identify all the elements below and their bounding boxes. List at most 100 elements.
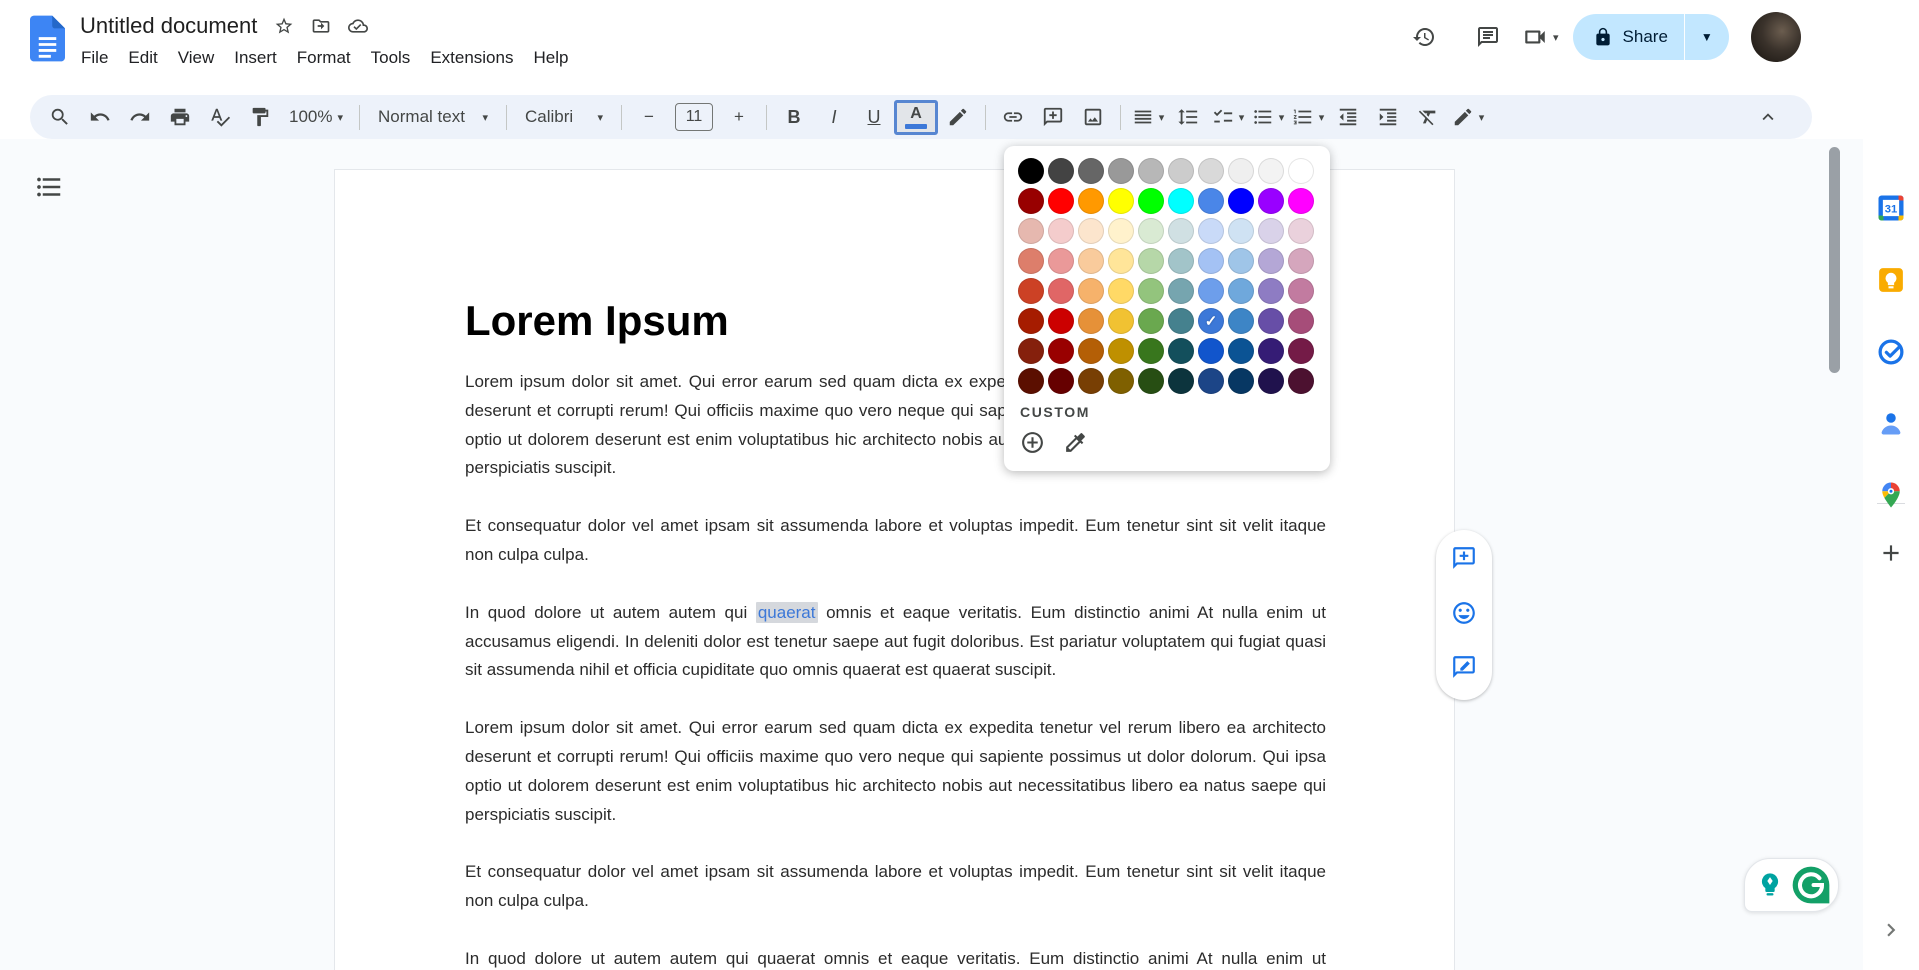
- color-swatch[interactable]: [1048, 158, 1074, 184]
- google-keep-shortcut[interactable]: [1874, 263, 1908, 297]
- line-spacing-button[interactable]: [1168, 99, 1208, 135]
- color-swatch[interactable]: [1198, 218, 1224, 244]
- color-swatch[interactable]: [1288, 248, 1314, 274]
- font-size-decrease-button[interactable]: −: [629, 99, 669, 135]
- document-title[interactable]: Untitled document: [80, 13, 257, 39]
- color-swatch[interactable]: [1048, 188, 1074, 214]
- open-comments-button[interactable]: [1466, 15, 1510, 59]
- bulleted-list-button[interactable]: ▾: [1248, 99, 1288, 135]
- star-icon[interactable]: [274, 16, 294, 36]
- insert-link-button[interactable]: [993, 99, 1033, 135]
- color-swatch[interactable]: [1078, 218, 1104, 244]
- font-size-value[interactable]: 11: [675, 103, 713, 131]
- show-outline-button[interactable]: [34, 172, 64, 202]
- color-swatch[interactable]: [1078, 368, 1104, 394]
- menu-view[interactable]: View: [168, 45, 225, 71]
- color-swatch[interactable]: [1048, 368, 1074, 394]
- eyedropper-button[interactable]: [1063, 430, 1088, 455]
- hide-menus-button[interactable]: [1748, 99, 1788, 135]
- zoom-select[interactable]: 100%▾: [280, 99, 352, 135]
- paragraph[interactable]: Lorem ipsum dolor sit amet. Qui error ea…: [465, 714, 1326, 829]
- account-avatar[interactable]: [1751, 12, 1801, 62]
- color-swatch[interactable]: [1258, 278, 1284, 304]
- color-swatch[interactable]: [1078, 308, 1104, 334]
- color-swatch[interactable]: [1258, 158, 1284, 184]
- color-swatch[interactable]: [1228, 248, 1254, 274]
- color-swatch[interactable]: [1228, 368, 1254, 394]
- font-select[interactable]: Calibri▾: [514, 99, 614, 135]
- share-button[interactable]: Share ▼: [1573, 14, 1729, 60]
- color-swatch[interactable]: [1108, 308, 1134, 334]
- color-swatch[interactable]: [1228, 278, 1254, 304]
- join-call-button[interactable]: ▾: [1522, 24, 1559, 50]
- color-swatch[interactable]: [1078, 188, 1104, 214]
- color-swatch[interactable]: [1138, 158, 1164, 184]
- styles-select[interactable]: Normal text▾: [367, 99, 499, 135]
- color-swatch[interactable]: [1108, 248, 1134, 274]
- print-button[interactable]: [160, 99, 200, 135]
- color-swatch[interactable]: [1168, 338, 1194, 364]
- color-swatch[interactable]: [1198, 338, 1224, 364]
- redo-button[interactable]: [120, 99, 160, 135]
- editing-mode-button[interactable]: ▾: [1448, 99, 1488, 135]
- color-swatch[interactable]: ✓: [1198, 308, 1224, 334]
- share-options-caret[interactable]: ▼: [1685, 30, 1729, 44]
- color-swatch[interactable]: [1138, 218, 1164, 244]
- color-swatch[interactable]: [1198, 368, 1224, 394]
- color-swatch[interactable]: [1288, 218, 1314, 244]
- color-swatch[interactable]: [1198, 188, 1224, 214]
- underline-button[interactable]: U: [854, 99, 894, 135]
- menu-file[interactable]: File: [71, 45, 118, 71]
- color-swatch[interactable]: [1018, 158, 1044, 184]
- checklist-button[interactable]: ▾: [1208, 99, 1248, 135]
- undo-button[interactable]: [80, 99, 120, 135]
- font-size-increase-button[interactable]: +: [719, 99, 759, 135]
- color-swatch[interactable]: [1258, 368, 1284, 394]
- vertical-scrollbar[interactable]: [1829, 147, 1840, 373]
- color-swatch[interactable]: [1048, 278, 1074, 304]
- align-button[interactable]: ▾: [1128, 99, 1168, 135]
- color-swatch[interactable]: [1288, 278, 1314, 304]
- google-maps-shortcut[interactable]: [1874, 478, 1908, 512]
- paragraph[interactable]: In quod dolore ut autem autem qui quaera…: [465, 945, 1326, 970]
- document-saved-cloud-icon[interactable]: [348, 16, 368, 36]
- color-swatch[interactable]: [1168, 248, 1194, 274]
- color-swatch[interactable]: [1018, 188, 1044, 214]
- color-swatch[interactable]: [1078, 248, 1104, 274]
- color-swatch[interactable]: [1138, 338, 1164, 364]
- color-swatch[interactable]: [1228, 188, 1254, 214]
- color-swatch[interactable]: [1048, 218, 1074, 244]
- color-swatch[interactable]: [1138, 278, 1164, 304]
- color-swatch[interactable]: [1018, 218, 1044, 244]
- paragraph[interactable]: Et consequatur dolor vel amet ipsam sit …: [465, 858, 1326, 916]
- color-swatch[interactable]: [1108, 278, 1134, 304]
- suggest-edits-fab[interactable]: [1451, 654, 1477, 685]
- color-swatch[interactable]: [1108, 218, 1134, 244]
- google-contacts-shortcut[interactable]: [1874, 406, 1908, 440]
- color-swatch[interactable]: [1258, 308, 1284, 334]
- numbered-list-button[interactable]: ▾: [1288, 99, 1328, 135]
- color-swatch[interactable]: [1288, 308, 1314, 334]
- color-swatch[interactable]: [1138, 368, 1164, 394]
- color-swatch[interactable]: [1168, 368, 1194, 394]
- selected-word[interactable]: quaerat: [756, 602, 818, 623]
- color-swatch[interactable]: [1288, 368, 1314, 394]
- color-swatch[interactable]: [1198, 248, 1224, 274]
- color-swatch[interactable]: [1048, 308, 1074, 334]
- indent-decrease-button[interactable]: [1328, 99, 1368, 135]
- color-swatch[interactable]: [1018, 308, 1044, 334]
- color-swatch[interactable]: [1258, 248, 1284, 274]
- add-comment-fab[interactable]: [1451, 545, 1477, 576]
- color-swatch[interactable]: [1198, 158, 1224, 184]
- menu-help[interactable]: Help: [523, 45, 578, 71]
- color-swatch[interactable]: [1108, 158, 1134, 184]
- move-folder-icon[interactable]: [311, 16, 331, 36]
- chevron-right-icon[interactable]: [1878, 917, 1904, 943]
- color-swatch[interactable]: [1228, 338, 1254, 364]
- add-comment-button[interactable]: [1033, 99, 1073, 135]
- grammarly-g-icon[interactable]: [1789, 863, 1833, 907]
- menu-format[interactable]: Format: [287, 45, 361, 71]
- add-custom-color-button[interactable]: [1020, 430, 1045, 455]
- color-swatch[interactable]: [1108, 338, 1134, 364]
- color-swatch[interactable]: [1108, 368, 1134, 394]
